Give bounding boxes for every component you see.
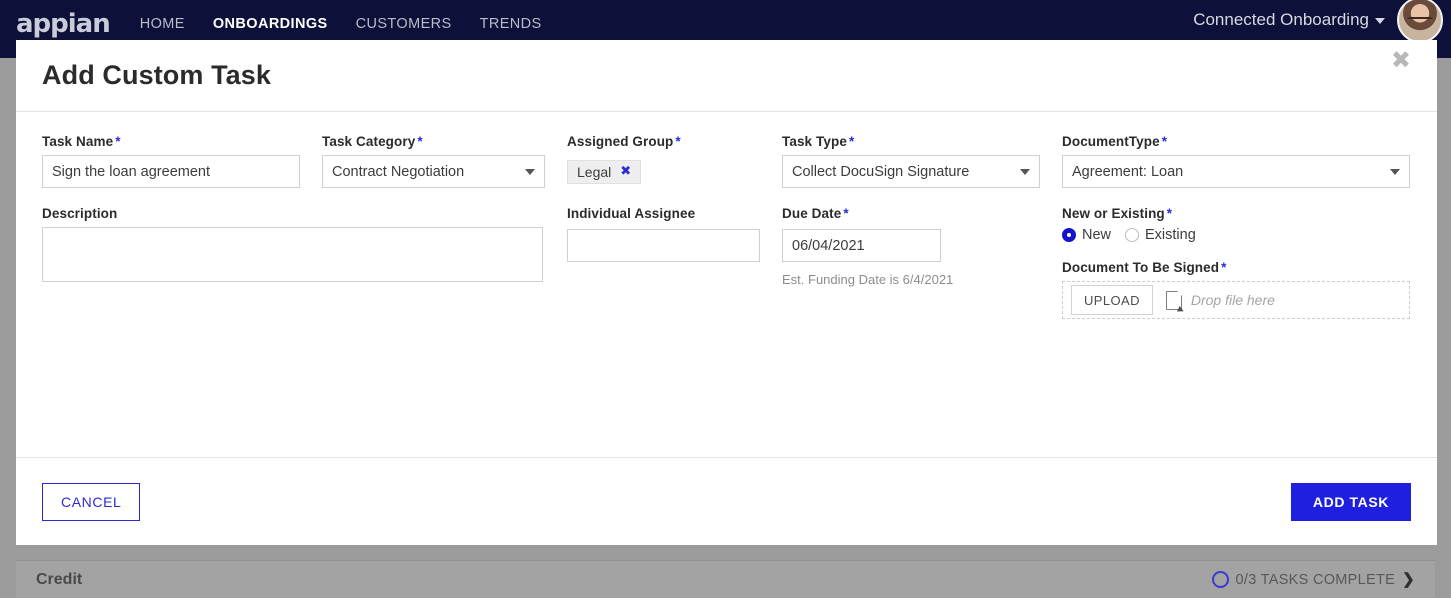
radio-existing-label: Existing bbox=[1145, 227, 1196, 243]
document-type-value: Agreement: Loan bbox=[1072, 164, 1183, 180]
required-asterisk: * bbox=[1162, 134, 1167, 149]
task-category-label: Task Category* bbox=[322, 134, 545, 149]
individual-assignee-label: Individual Assignee bbox=[567, 206, 760, 221]
task-type-dropdown[interactable]: Collect DocuSign Signature bbox=[782, 155, 1040, 188]
section-title: Credit bbox=[36, 571, 82, 589]
radio-option-existing[interactable]: Existing bbox=[1125, 227, 1196, 243]
required-asterisk: * bbox=[417, 134, 422, 149]
assigned-group-label: Assigned Group* bbox=[567, 134, 760, 149]
chevron-down-icon bbox=[525, 169, 535, 175]
assigned-group-label-text: Assigned Group bbox=[567, 134, 673, 149]
upload-button[interactable]: UPLOAD bbox=[1071, 285, 1153, 315]
task-category-value: Contract Negotiation bbox=[332, 164, 464, 180]
nav-item-home[interactable]: HOME bbox=[140, 16, 185, 32]
chip-legal[interactable]: Legal ✖ bbox=[567, 160, 641, 184]
credit-section-bar[interactable]: Credit 0/3 TASKS COMPLETE ❯ bbox=[16, 560, 1435, 598]
field-task-category: Task Category* Contract Negotiation bbox=[322, 134, 567, 188]
description-label: Description bbox=[42, 206, 545, 221]
document-type-label-text: DocumentType bbox=[1062, 134, 1160, 149]
drop-hint: Drop file here bbox=[1166, 291, 1275, 310]
file-upload-icon bbox=[1166, 291, 1182, 310]
field-task-type: Task Type* Collect DocuSign Signature bbox=[782, 134, 1062, 188]
nav-right-cluster: Connected Onboarding bbox=[1193, 0, 1451, 40]
radio-new-icon[interactable] bbox=[1062, 228, 1076, 242]
field-assigned-group: Assigned Group* Legal ✖ bbox=[567, 134, 782, 188]
radio-existing-icon[interactable] bbox=[1125, 228, 1139, 242]
task-category-dropdown[interactable]: Contract Negotiation bbox=[322, 155, 545, 188]
required-asterisk: * bbox=[1221, 260, 1226, 275]
circle-outline-icon bbox=[1212, 571, 1229, 588]
app-root: appian HOME ONBOARDINGS CUSTOMERS TRENDS… bbox=[0, 0, 1451, 598]
tasks-status-group[interactable]: 0/3 TASKS COMPLETE ❯ bbox=[1212, 571, 1415, 588]
document-type-dropdown[interactable]: Agreement: Loan bbox=[1062, 155, 1410, 188]
nav-item-customers[interactable]: CUSTOMERS bbox=[356, 16, 452, 32]
document-to-be-signed-label-text: Document To Be Signed bbox=[1062, 260, 1219, 275]
chip-label: Legal bbox=[577, 164, 611, 180]
tenant-selector[interactable]: Connected Onboarding bbox=[1193, 10, 1385, 30]
required-asterisk: * bbox=[115, 134, 120, 149]
chevron-down-icon bbox=[1375, 18, 1385, 24]
chevron-down-icon bbox=[1020, 169, 1030, 175]
individual-assignee-input[interactable] bbox=[567, 229, 760, 262]
add-task-button[interactable]: ADD TASK bbox=[1291, 483, 1411, 521]
task-type-label-text: Task Type bbox=[782, 134, 847, 149]
radio-new-label: New bbox=[1082, 227, 1111, 243]
task-type-label: Task Type* bbox=[782, 134, 1040, 149]
form-row-1: Task Name* Task Category* Contract Negot… bbox=[42, 134, 1411, 188]
task-name-label: Task Name* bbox=[42, 134, 300, 149]
nav-item-onboardings[interactable]: ONBOARDINGS bbox=[213, 16, 328, 32]
cancel-button[interactable]: CANCEL bbox=[42, 483, 140, 521]
file-dropzone[interactable]: UPLOAD Drop file here bbox=[1062, 281, 1410, 319]
form-row-2: Description Individual Assignee Due Date… bbox=[42, 206, 1411, 319]
page-title: Add Custom Task bbox=[42, 60, 271, 91]
due-date-label: Due Date* bbox=[782, 206, 1040, 221]
task-name-input[interactable] bbox=[42, 155, 300, 188]
new-or-existing-label: New or Existing* bbox=[1062, 206, 1410, 221]
field-individual-assignee: Individual Assignee bbox=[567, 206, 782, 319]
field-description: Description bbox=[42, 206, 567, 319]
tenant-label: Connected Onboarding bbox=[1193, 10, 1369, 29]
new-or-existing-radio-group: New Existing bbox=[1062, 227, 1410, 243]
field-task-name: Task Name* bbox=[42, 134, 322, 188]
required-asterisk: * bbox=[843, 206, 848, 221]
document-to-be-signed-label: Document To Be Signed* bbox=[1062, 260, 1410, 275]
main-nav-links: HOME ONBOARDINGS CUSTOMERS TRENDS bbox=[140, 16, 542, 42]
chevron-down-icon[interactable]: ❯ bbox=[1402, 572, 1415, 587]
task-type-value: Collect DocuSign Signature bbox=[792, 164, 969, 180]
due-date-help-text: Est. Funding Date is 6/4/2021 bbox=[782, 272, 1040, 287]
due-date-label-text: Due Date bbox=[782, 206, 841, 221]
document-type-label: DocumentType* bbox=[1062, 134, 1410, 149]
field-due-date: Due Date* Est. Funding Date is 6/4/2021 bbox=[782, 206, 1062, 319]
required-asterisk: * bbox=[1167, 206, 1172, 221]
task-category-label-text: Task Category bbox=[322, 134, 415, 149]
dialog-footer: CANCEL ADD TASK bbox=[16, 457, 1437, 545]
add-custom-task-dialog: ✖ Add Custom Task Task Name* Task Catego… bbox=[16, 40, 1437, 545]
new-or-existing-label-text: New or Existing bbox=[1062, 206, 1165, 221]
task-name-label-text: Task Name bbox=[42, 134, 113, 149]
required-asterisk: * bbox=[675, 134, 680, 149]
tasks-status-label: 0/3 TASKS COMPLETE bbox=[1236, 572, 1396, 588]
field-new-or-existing-and-document: New or Existing* New Existing Document T… bbox=[1062, 206, 1410, 319]
drop-hint-text: Drop file here bbox=[1191, 292, 1275, 308]
assigned-group-chips: Legal ✖ bbox=[567, 155, 760, 188]
radio-option-new[interactable]: New bbox=[1062, 227, 1111, 243]
avatar[interactable] bbox=[1397, 0, 1443, 43]
description-textarea[interactable] bbox=[42, 227, 543, 282]
dialog-header: Add Custom Task bbox=[16, 40, 1437, 112]
dialog-body: Task Name* Task Category* Contract Negot… bbox=[16, 112, 1437, 457]
due-date-input[interactable] bbox=[782, 229, 941, 262]
nav-item-trends[interactable]: TRENDS bbox=[480, 16, 542, 32]
field-document-type: DocumentType* Agreement: Loan bbox=[1062, 134, 1410, 188]
close-icon[interactable]: ✖ bbox=[1391, 48, 1411, 72]
chevron-down-icon bbox=[1390, 169, 1400, 175]
remove-chip-icon[interactable]: ✖ bbox=[620, 164, 631, 179]
required-asterisk: * bbox=[849, 134, 854, 149]
